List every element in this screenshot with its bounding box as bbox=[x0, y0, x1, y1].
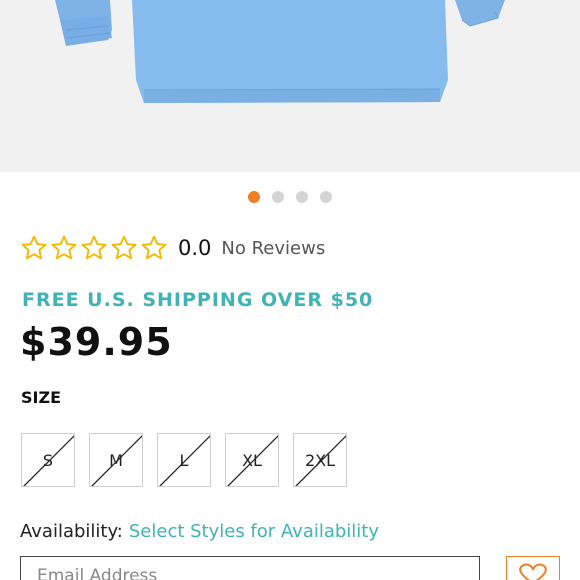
carousel-dot[interactable] bbox=[296, 191, 308, 203]
star-outline-icon[interactable] bbox=[110, 234, 138, 262]
shipping-promo: FREE U.S. SHIPPING OVER $50 bbox=[22, 289, 374, 311]
star-outline-icon[interactable] bbox=[20, 234, 48, 262]
size-option[interactable]: M bbox=[89, 433, 143, 487]
star-rating[interactable] bbox=[20, 234, 168, 262]
unavailable-strike bbox=[23, 435, 74, 486]
heart-icon bbox=[519, 563, 547, 580]
wishlist-button[interactable] bbox=[506, 556, 560, 580]
size-option[interactable]: S bbox=[21, 433, 75, 487]
carousel-indicators bbox=[0, 191, 580, 203]
review-count[interactable]: No Reviews bbox=[221, 238, 325, 259]
star-outline-icon[interactable] bbox=[140, 234, 168, 262]
unavailable-strike bbox=[295, 435, 346, 486]
unavailable-strike bbox=[159, 435, 210, 486]
availability-label: Availability: bbox=[20, 521, 123, 542]
long-sleeve-shirt-image bbox=[55, 0, 505, 103]
availability-row: Availability: Select Styles for Availabil… bbox=[20, 521, 379, 542]
rating-row[interactable]: 0.0 No Reviews bbox=[20, 232, 325, 264]
size-option[interactable]: 2XL bbox=[293, 433, 347, 487]
carousel-dot[interactable] bbox=[248, 191, 260, 203]
unavailable-strike bbox=[227, 435, 278, 486]
size-selector: S M L XL 2XL bbox=[21, 433, 347, 487]
carousel-dot[interactable] bbox=[320, 191, 332, 203]
rating-value: 0.0 bbox=[178, 236, 212, 260]
unavailable-strike bbox=[91, 435, 142, 486]
size-label: SIZE bbox=[21, 388, 62, 407]
star-outline-icon[interactable] bbox=[50, 234, 78, 262]
product-image[interactable] bbox=[0, 0, 580, 172]
carousel-dot[interactable] bbox=[272, 191, 284, 203]
product-price: $39.95 bbox=[20, 320, 173, 364]
size-option[interactable]: L bbox=[157, 433, 211, 487]
availability-link[interactable]: Select Styles for Availability bbox=[129, 521, 379, 542]
email-field[interactable] bbox=[20, 556, 480, 580]
size-option[interactable]: XL bbox=[225, 433, 279, 487]
star-outline-icon[interactable] bbox=[80, 234, 108, 262]
